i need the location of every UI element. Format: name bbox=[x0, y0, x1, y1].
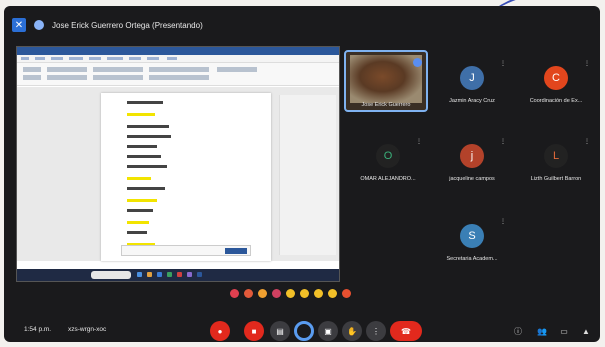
meeting-code: xzs-wrgn-xoc bbox=[68, 326, 107, 333]
mic-muted-icon: ⋮ bbox=[584, 139, 590, 145]
presenting-title: Jose Erick Guerrero Ortega (Presentando) bbox=[52, 20, 203, 30]
participant-name: Jose Erick Guerrero bbox=[361, 102, 411, 108]
clap-reaction-icon[interactable] bbox=[272, 289, 281, 298]
party-reaction-icon[interactable] bbox=[258, 289, 267, 298]
people-icon: 👥 bbox=[537, 326, 547, 336]
heart-reaction-icon[interactable] bbox=[230, 289, 239, 298]
present-screen-button[interactable]: ▣ bbox=[318, 321, 338, 341]
raise-hand-button[interactable]: ✋ bbox=[342, 321, 362, 341]
meeting-time: 1:54 p.m. bbox=[24, 326, 52, 333]
info-button[interactable]: ⓘ bbox=[512, 325, 524, 337]
participant-tile[interactable]: ⋮ j jacqueline campos bbox=[432, 134, 512, 192]
document-area bbox=[17, 87, 339, 261]
reactions-bar[interactable] bbox=[230, 289, 351, 298]
thumbs-down-reaction-icon[interactable] bbox=[342, 289, 351, 298]
photo-frame: ✕ Jose Erick Guerrero Ortega (Presentand… bbox=[0, 0, 605, 347]
participant-name: jacqueline campos bbox=[449, 176, 495, 182]
presenter-icon bbox=[34, 20, 44, 30]
taskbar-search bbox=[91, 271, 131, 279]
participant-name: Jazmin Aracy Cruz bbox=[449, 98, 495, 104]
participant-tile[interactable]: ⋮ O OMAR ALEJANDRO... bbox=[348, 134, 428, 192]
participant-name: OMAR ALEJANDRO... bbox=[360, 176, 416, 182]
laugh-reaction-icon[interactable] bbox=[286, 289, 295, 298]
surprised-reaction-icon[interactable] bbox=[300, 289, 309, 298]
info-icon: ⓘ bbox=[514, 326, 522, 336]
side-pane bbox=[279, 95, 336, 255]
present-button[interactable] bbox=[294, 321, 314, 341]
avatar: O bbox=[376, 144, 400, 168]
thumbs-up-reaction-icon[interactable] bbox=[244, 289, 253, 298]
word-title-bar bbox=[17, 47, 339, 55]
activities-icon: ▲ bbox=[582, 326, 590, 336]
notification-button bbox=[225, 247, 247, 254]
end-call-button[interactable]: ☎ bbox=[390, 321, 422, 341]
activities-button[interactable]: ▲ bbox=[580, 325, 592, 337]
avatar: j bbox=[460, 144, 484, 168]
mic-toggle-button[interactable]: ● bbox=[210, 321, 230, 341]
participant-name: Coordinación de Ex... bbox=[529, 98, 583, 104]
ribbon-tabs bbox=[17, 55, 339, 63]
participant-tile[interactable]: ⋮ J Jazmin Aracy Cruz bbox=[432, 56, 512, 114]
mic-muted-icon: ⋮ bbox=[500, 139, 506, 145]
camera-off-icon: ■ bbox=[251, 326, 257, 336]
sad-reaction-icon[interactable] bbox=[314, 289, 323, 298]
participant-tile[interactable]: ⋮ S Secretaria Academ... bbox=[432, 214, 512, 272]
shared-screen[interactable] bbox=[16, 46, 340, 282]
mic-muted-icon: ⋮ bbox=[500, 61, 506, 67]
people-button[interactable]: 👥 bbox=[536, 325, 548, 337]
chat-button[interactable]: ▭ bbox=[558, 325, 570, 337]
speaker-video bbox=[350, 55, 422, 103]
participant-tile-speaker[interactable]: Jose Erick Guerrero bbox=[344, 50, 428, 112]
avatar: L bbox=[544, 144, 568, 168]
more-options-icon: ⋮ bbox=[372, 326, 380, 336]
avatar: C bbox=[544, 66, 568, 90]
document-page bbox=[101, 93, 271, 261]
avatar: S bbox=[460, 224, 484, 248]
avatar: J bbox=[460, 66, 484, 90]
microphone-off-icon: ● bbox=[217, 326, 223, 336]
thinking-reaction-icon[interactable] bbox=[328, 289, 337, 298]
notification-bar bbox=[121, 245, 251, 256]
windows-taskbar bbox=[17, 269, 339, 281]
app-logo-icon: ✕ bbox=[12, 18, 26, 32]
raise-hand-icon: ✋ bbox=[347, 326, 357, 336]
present-icon: ▣ bbox=[324, 326, 332, 336]
more-options-button[interactable]: ⋮ bbox=[366, 321, 386, 341]
end-call-icon: ☎ bbox=[401, 326, 411, 336]
speaking-indicator-icon bbox=[413, 58, 422, 67]
participant-name: Secretaria Academ... bbox=[446, 256, 498, 262]
chat-icon: ▭ bbox=[560, 326, 568, 336]
camera-toggle-button[interactable]: ■ bbox=[244, 321, 264, 341]
captions-button[interactable]: ▤ bbox=[270, 321, 290, 341]
mic-muted-icon: ⋮ bbox=[500, 219, 506, 225]
captions-icon: ▤ bbox=[276, 326, 284, 336]
participant-tile[interactable]: ⋮ C Coordinación de Ex... bbox=[516, 56, 596, 114]
top-bar: ✕ Jose Erick Guerrero Ortega (Presentand… bbox=[12, 16, 203, 34]
participant-name: Lizth Guilbert Barron bbox=[530, 176, 582, 182]
mic-muted-icon: ⋮ bbox=[584, 61, 590, 67]
ribbon bbox=[17, 63, 339, 86]
mic-muted-icon: ⋮ bbox=[416, 139, 422, 145]
meet-window: ✕ Jose Erick Guerrero Ortega (Presentand… bbox=[4, 6, 600, 342]
participant-tile[interactable]: ⋮ L Lizth Guilbert Barron bbox=[516, 134, 596, 192]
